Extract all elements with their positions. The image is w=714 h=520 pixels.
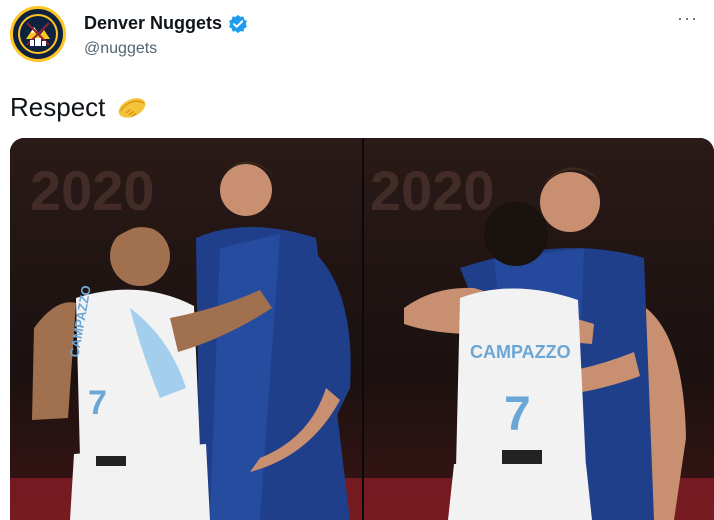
handshake-icon [119,98,146,118]
avatar[interactable] [10,6,66,62]
photo-left[interactable]: 2020 CAMPAZZO 7 [10,138,362,520]
more-options-button[interactable]: ··· [677,8,698,29]
tweet-body: Respect [10,91,106,122]
scoreboard-text: 2020 [370,159,495,222]
nuggets-logo-icon [14,10,62,58]
scoreboard-text: 2020 [30,159,155,222]
tweet-media[interactable]: 2020 CAMPAZZO 7 2020 CAMPAZZO 7 [10,138,714,520]
jersey-number-text: 7 [88,384,107,422]
photo-right-image: 2020 CAMPAZZO 7 [364,138,714,520]
photo-left-image: 2020 CAMPAZZO 7 [10,138,362,520]
jersey-number-text: 7 [504,388,531,441]
tweet-text: Respect [10,90,149,124]
verified-badge-icon [229,14,247,33]
user-handle[interactable]: @nuggets [84,40,157,58]
jersey-name-text: CAMPAZZO [470,342,571,362]
name-row: Denver Nuggets [84,13,248,34]
display-name[interactable]: Denver Nuggets [84,13,222,34]
photo-right[interactable]: 2020 CAMPAZZO 7 [364,138,714,520]
